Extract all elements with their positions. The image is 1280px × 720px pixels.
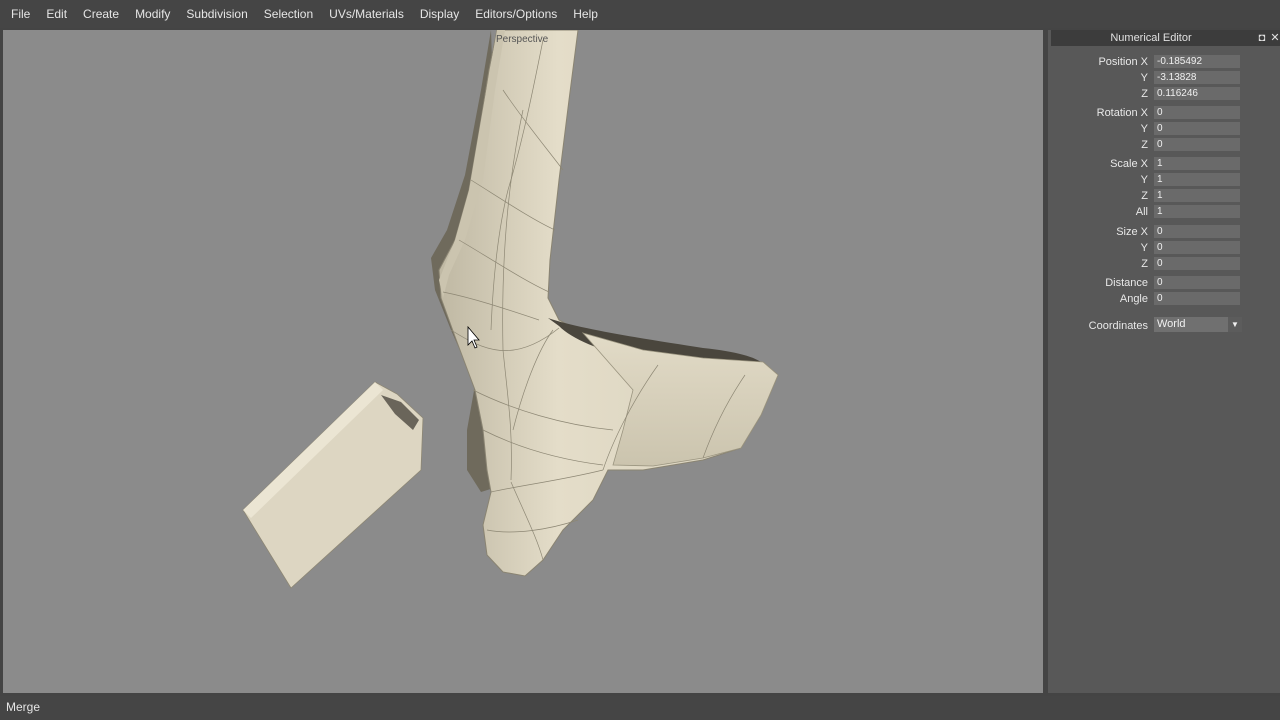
status-bar: Merge — [0, 696, 1280, 720]
position-x-row: Position X -0.185492 — [1048, 55, 1280, 69]
position-y-row: Y -3.13828 — [1048, 71, 1280, 85]
scale-y-label: Y — [1140, 174, 1148, 186]
size-x-label: Size X — [1116, 226, 1148, 238]
rotation-z-field[interactable]: 0 — [1154, 138, 1240, 151]
menu-display[interactable]: Display — [412, 0, 467, 28]
scale-all-field[interactable]: 1 — [1154, 205, 1240, 218]
size-z-field[interactable]: 0 — [1154, 257, 1240, 270]
scale-y-row: Y 1 — [1048, 173, 1280, 187]
restore-icon[interactable]: ◘ — [1256, 30, 1268, 46]
scale-x-field[interactable]: 1 — [1154, 157, 1240, 170]
scale-z-label: Z — [1141, 190, 1148, 202]
size-x-field[interactable]: 0 — [1154, 225, 1240, 238]
coordinates-value: World — [1157, 318, 1186, 330]
distance-label: Distance — [1105, 277, 1148, 289]
angle-label: Angle — [1119, 293, 1148, 305]
box-model[interactable] — [242, 381, 424, 589]
angle-row: Angle 0 — [1048, 292, 1280, 306]
menu-uvs-materials[interactable]: UVs/Materials — [321, 0, 412, 28]
menu-file[interactable]: File — [3, 0, 38, 28]
menu-selection[interactable]: Selection — [256, 0, 321, 28]
rotation-z-label: Z — [1141, 139, 1148, 151]
menu-create[interactable]: Create — [75, 0, 127, 28]
rotation-x-label: Rotation X — [1096, 107, 1148, 119]
coordinates-dropdown[interactable]: World ▼ — [1154, 317, 1242, 332]
size-z-row: Z 0 — [1048, 257, 1280, 271]
size-y-row: Y 0 — [1048, 241, 1280, 255]
size-y-field[interactable]: 0 — [1154, 241, 1240, 254]
menu-help[interactable]: Help — [565, 0, 606, 28]
size-y-label: Y — [1140, 242, 1148, 254]
panel-header: Numerical Editor ◘ ✕ — [1051, 30, 1280, 46]
menu-modify[interactable]: Modify — [127, 0, 178, 28]
position-z-field[interactable]: 0.116246 — [1154, 87, 1240, 100]
app-window: File Edit Create Modify Subdivision Sele… — [0, 0, 1280, 720]
rotation-y-row: Y 0 — [1048, 122, 1280, 136]
menu-edit[interactable]: Edit — [38, 0, 75, 28]
menu-bar: File Edit Create Modify Subdivision Sele… — [0, 0, 1280, 28]
scale-z-field[interactable]: 1 — [1154, 189, 1240, 202]
scale-all-label: All — [1135, 206, 1148, 218]
position-x-label: Position X — [1098, 56, 1148, 68]
rotation-y-label: Y — [1140, 123, 1148, 135]
scale-y-field[interactable]: 1 — [1154, 173, 1240, 186]
position-z-label: Z — [1141, 88, 1148, 100]
position-z-row: Z 0.116246 — [1048, 87, 1280, 101]
menu-subdivision[interactable]: Subdivision — [178, 0, 255, 28]
coordinates-row: Coordinates World ▼ — [1048, 317, 1280, 334]
menu-editors-options[interactable]: Editors/Options — [467, 0, 565, 28]
distance-field[interactable]: 0 — [1154, 276, 1240, 289]
coordinates-label: Coordinates — [1088, 320, 1148, 332]
viewport-label: Perspective — [496, 34, 549, 45]
scale-x-row: Scale X 1 — [1048, 157, 1280, 171]
position-y-field[interactable]: -3.13828 — [1154, 71, 1240, 84]
rotation-x-field[interactable]: 0 — [1154, 106, 1240, 119]
distance-row: Distance 0 — [1048, 276, 1280, 290]
chevron-down-icon[interactable]: ▼ — [1228, 317, 1242, 332]
scale-z-row: Z 1 — [1048, 189, 1280, 203]
close-icon[interactable]: ✕ — [1269, 30, 1280, 46]
viewport-scene — [242, 30, 779, 589]
position-y-label: Y — [1140, 72, 1148, 84]
perspective-viewport[interactable]: Perspective — [3, 30, 1043, 693]
rotation-z-row: Z 0 — [1048, 138, 1280, 152]
scale-x-label: Scale X — [1110, 158, 1148, 170]
mesh-model[interactable] — [431, 30, 779, 577]
size-z-label: Z — [1141, 258, 1148, 270]
size-x-row: Size X 0 — [1048, 225, 1280, 239]
scale-all-row: All 1 — [1048, 205, 1280, 219]
rotation-x-row: Rotation X 0 — [1048, 106, 1280, 120]
numerical-editor-panel: Numerical Editor ◘ ✕ Position X -0.18549… — [1048, 30, 1280, 693]
position-x-field[interactable]: -0.185492 — [1154, 55, 1240, 68]
angle-field[interactable]: 0 — [1154, 292, 1240, 305]
rotation-y-field[interactable]: 0 — [1154, 122, 1240, 135]
panel-title: Numerical Editor — [1110, 32, 1192, 44]
